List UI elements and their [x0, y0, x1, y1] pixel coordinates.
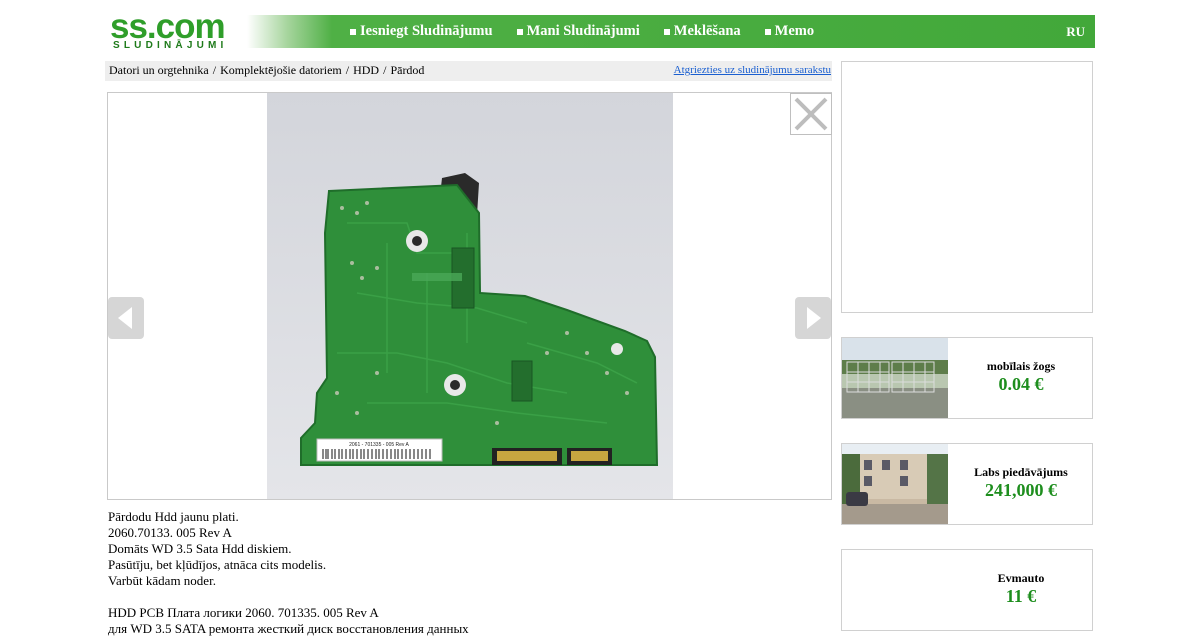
breadcrumb-separator: /: [345, 63, 350, 77]
card-price: 11 €: [1005, 586, 1037, 606]
pcb-illustration: 2061 - 701335 - 005 Rev A: [267, 93, 673, 499]
next-photo-button[interactable]: [795, 297, 831, 339]
photo-gallery: 2061 - 701335 - 005 Rev A: [107, 92, 832, 500]
site-logo[interactable]: ss.com SLUDINĀJUMI: [110, 7, 240, 52]
breadcrumb: Datori un orgtehnika / Komplektējošie dato…: [105, 61, 832, 81]
promo-card[interactable]: Labs piedāvājums 241,000 €: [841, 443, 1093, 525]
card-title: Labs piedāvājums: [974, 465, 1068, 479]
breadcrumb-separator: /: [212, 63, 217, 77]
nav-search[interactable]: Meklēšana: [663, 23, 741, 40]
nav-submit-ad[interactable]: Iesniegt Sludinājumu: [350, 23, 493, 40]
back-to-list-link[interactable]: Atgriezties uz sludinājumu sarakstu: [674, 61, 831, 80]
nav-my-ads[interactable]: Mani Sludinājumi: [516, 23, 640, 40]
chevron-left-icon: [118, 307, 132, 329]
advertisement-banner[interactable]: [841, 61, 1093, 313]
language-switch[interactable]: RU: [1066, 15, 1085, 48]
card-price: 0.04 €: [998, 374, 1044, 394]
nav-label: Mani Sludinājumi: [526, 23, 640, 39]
breadcrumb-item[interactable]: Pārdod: [390, 63, 424, 77]
card-title: Evmauto: [997, 571, 1045, 585]
ad-description: Pārdodu Hdd jaunu plati. 2060.70133. 005…: [108, 509, 469, 636]
nav-label: Iesniegt Sludinājumu: [360, 23, 493, 39]
card-price: 241,000 €: [985, 480, 1057, 500]
nav-label: Meklēšana: [673, 23, 741, 39]
nav-memo[interactable]: Memo: [764, 23, 815, 40]
bullet-icon: [663, 28, 670, 35]
breadcrumb-item[interactable]: Komplektējošie datoriem: [220, 63, 342, 77]
promo-card[interactable]: Evmauto 11 €: [841, 549, 1093, 631]
bullet-icon: [764, 28, 771, 35]
top-navigation-bar: Iesniegt Sludinājumu Mani Sludinājumi Me…: [247, 15, 1095, 48]
breadcrumb-separator: /: [383, 63, 387, 77]
building-photo: [842, 444, 948, 524]
logo-text: ss.com: [110, 7, 226, 46]
hdd-pcb-photo[interactable]: 2061 - 701335 - 005 Rev A: [267, 93, 673, 499]
bullet-icon: [350, 28, 356, 35]
fence-photo: [842, 338, 948, 418]
close-icon: [790, 93, 832, 135]
prev-photo-button[interactable]: [108, 297, 144, 339]
card-thumbnail: [842, 550, 948, 630]
chevron-right-icon: [807, 307, 821, 329]
breadcrumb-item[interactable]: Datori un orgtehnika: [109, 63, 209, 77]
bullet-icon: [516, 28, 523, 35]
pcb-label-text: 2061 - 701335 - 005 Rev A: [349, 442, 409, 448]
promo-card[interactable]: mobīlais žogs 0.04 €: [841, 337, 1093, 419]
card-title: mobīlais žogs: [986, 359, 1056, 373]
close-gallery-button[interactable]: [790, 93, 832, 135]
nav-label: Memo: [774, 23, 815, 39]
main-nav: Iesniegt Sludinājumu Mani Sludinājumi Me…: [350, 15, 838, 48]
breadcrumb-item[interactable]: HDD: [353, 63, 379, 77]
logo-subtitle: SLUDINĀJUMI: [113, 40, 228, 51]
